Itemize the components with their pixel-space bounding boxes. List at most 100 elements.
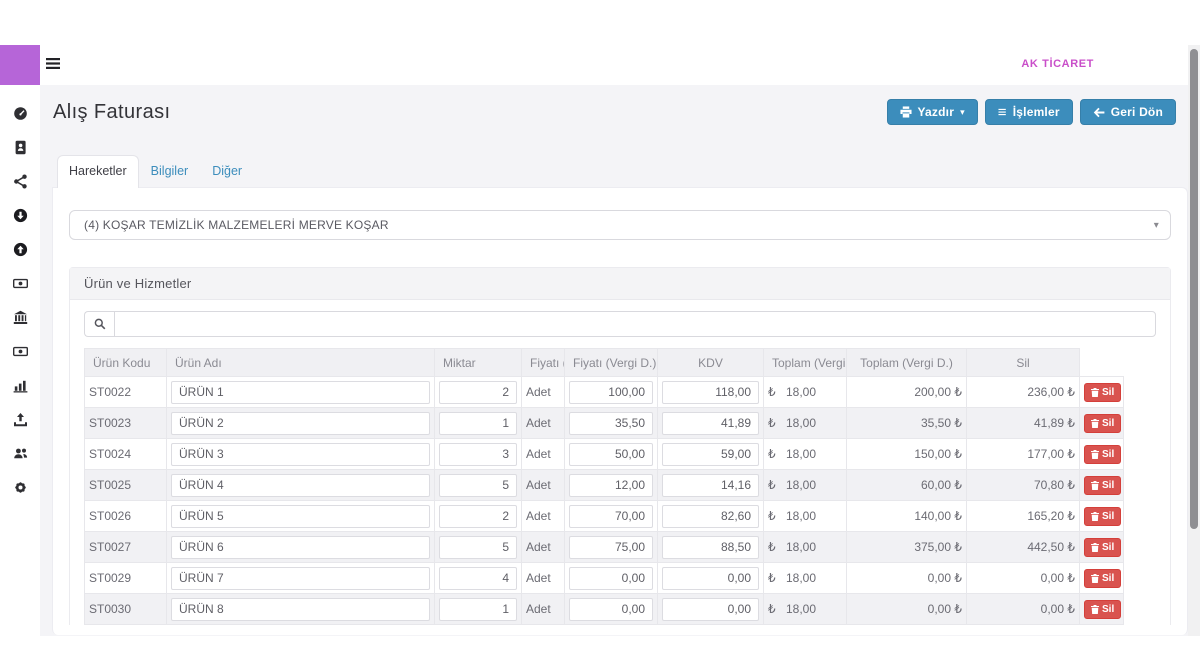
trash-icon <box>1091 419 1099 428</box>
price-ex-vat-input[interactable] <box>569 536 653 559</box>
tab-hareketler[interactable]: Hareketler <box>57 155 139 188</box>
quantity-input[interactable] <box>439 474 517 497</box>
back-button[interactable]: Geri Dön <box>1080 99 1176 125</box>
quantity-input[interactable] <box>439 536 517 559</box>
product-name-input[interactable] <box>171 474 430 497</box>
printer-icon <box>900 106 912 118</box>
total-ex-vat-cell: 60,00 ₺ <box>847 470 967 501</box>
sidebar-item-purchases[interactable] <box>0 198 40 232</box>
vat-cell: ₺18,00 <box>764 532 847 563</box>
vat-cell: ₺18,00 <box>764 470 847 501</box>
sidebar-item-cash[interactable] <box>0 334 40 368</box>
app-logo[interactable] <box>0 45 40 85</box>
scrollbar-thumb[interactable] <box>1190 49 1198 529</box>
quantity-input[interactable] <box>439 381 517 404</box>
dashboard-icon <box>13 106 28 121</box>
sidebar-item-users[interactable] <box>0 436 40 470</box>
price-ex-vat-input[interactable] <box>569 474 653 497</box>
price-ex-vat-input[interactable] <box>569 505 653 528</box>
sidebar-item-import[interactable] <box>0 402 40 436</box>
total-ex-vat-cell: 0,00 ₺ <box>847 594 967 625</box>
tab-diger[interactable]: Diğer <box>200 156 254 188</box>
print-button[interactable]: Yazdır ▾ <box>887 99 978 125</box>
delete-row-button[interactable]: Sil <box>1084 600 1121 619</box>
trash-icon <box>1091 543 1099 552</box>
sidebar-item-money[interactable] <box>0 266 40 300</box>
quantity-cell <box>435 594 522 625</box>
product-name-cell <box>167 532 435 563</box>
products-panel: Ürün ve Hizmetler <box>69 267 1171 625</box>
quantity-input[interactable] <box>439 567 517 590</box>
product-name-input[interactable] <box>171 381 430 404</box>
delete-cell: Sil <box>1080 377 1124 408</box>
lira-icon: ₺ <box>954 509 962 523</box>
sidebar-item-bank[interactable] <box>0 300 40 334</box>
cash-icon <box>13 344 28 359</box>
product-name-input[interactable] <box>171 412 430 435</box>
chevron-down-icon: ▾ <box>1154 220 1159 231</box>
sidebar-item-settings[interactable] <box>0 470 40 504</box>
column-header: Fiyatı (Vergi H.) <box>522 349 565 377</box>
delete-row-button[interactable]: Sil <box>1084 476 1121 495</box>
supplier-select[interactable]: (4) KOŞAR TEMİZLİK MALZEMELERİ MERVE KOŞ… <box>69 210 1171 240</box>
price-ex-vat-input[interactable] <box>569 443 653 466</box>
sidebar-item-sales[interactable] <box>0 232 40 266</box>
total-ex-vat-cell: 150,00 ₺ <box>847 439 967 470</box>
price-inc-vat-input[interactable] <box>662 567 759 590</box>
vertical-scrollbar[interactable] <box>1188 45 1200 636</box>
table-row: ST0029 Adet ₺18,00 0,00 ₺ 0,00 ₺ Sil <box>85 563 1124 594</box>
delete-row-button[interactable]: Sil <box>1084 538 1121 557</box>
price-inc-vat-cell <box>658 563 764 594</box>
product-name-input[interactable] <box>171 567 430 590</box>
quantity-input[interactable] <box>439 412 517 435</box>
delete-row-button[interactable]: Sil <box>1084 569 1121 588</box>
lira-icon: ₺ <box>768 416 786 430</box>
sidebar-item-contacts[interactable] <box>0 130 40 164</box>
column-header: Fiyatı (Vergi D.) <box>565 349 658 377</box>
quantity-input[interactable] <box>439 443 517 466</box>
delete-row-button[interactable]: Sil <box>1084 383 1121 402</box>
lira-icon: ₺ <box>768 509 786 523</box>
price-inc-vat-input[interactable] <box>662 412 759 435</box>
price-ex-vat-input[interactable] <box>569 567 653 590</box>
sidebar-item-reports[interactable] <box>0 368 40 402</box>
gear-icon <box>13 480 28 495</box>
tab-bar: Hareketler Bilgiler Diğer <box>57 155 1200 188</box>
actions-button[interactable]: ≡ İşlemler <box>985 99 1073 125</box>
delete-row-button[interactable]: Sil <box>1084 507 1121 526</box>
price-ex-vat-input[interactable] <box>569 412 653 435</box>
product-search-input[interactable] <box>114 311 1156 337</box>
product-name-input[interactable] <box>171 443 430 466</box>
price-ex-vat-cell <box>565 470 658 501</box>
product-name-input[interactable] <box>171 598 430 621</box>
unit-cell: Adet <box>522 501 565 532</box>
product-search-group <box>84 311 1156 337</box>
vat-cell: ₺18,00 <box>764 563 847 594</box>
price-inc-vat-input[interactable] <box>662 474 759 497</box>
price-ex-vat-input[interactable] <box>569 381 653 404</box>
product-name-input[interactable] <box>171 536 430 559</box>
table-header-row: Ürün KoduÜrün AdıMiktarFiyatı (Vergi H.)… <box>85 349 1124 377</box>
sidebar-toggle-button[interactable] <box>46 57 60 70</box>
delete-row-button[interactable]: Sil <box>1084 414 1121 433</box>
quantity-input[interactable] <box>439 598 517 621</box>
sidebar-item-dashboard[interactable] <box>0 96 40 130</box>
product-name-input[interactable] <box>171 505 430 528</box>
sidebar-item-network[interactable] <box>0 164 40 198</box>
delete-cell: Sil <box>1080 532 1124 563</box>
delete-row-button[interactable]: Sil <box>1084 445 1121 464</box>
quantity-cell <box>435 408 522 439</box>
column-header: Toplam (Vergi D.) <box>847 349 967 377</box>
price-inc-vat-input[interactable] <box>662 598 759 621</box>
price-inc-vat-input[interactable] <box>662 443 759 466</box>
money-icon <box>13 276 28 291</box>
price-inc-vat-input[interactable] <box>662 505 759 528</box>
bank-icon <box>13 310 28 325</box>
price-inc-vat-input[interactable] <box>662 381 759 404</box>
price-ex-vat-input[interactable] <box>569 598 653 621</box>
tab-bilgiler[interactable]: Bilgiler <box>139 156 201 188</box>
quantity-input[interactable] <box>439 505 517 528</box>
total-ex-vat-cell: 35,50 ₺ <box>847 408 967 439</box>
company-brand-link[interactable]: AK TİCARET <box>1021 58 1094 70</box>
price-inc-vat-input[interactable] <box>662 536 759 559</box>
